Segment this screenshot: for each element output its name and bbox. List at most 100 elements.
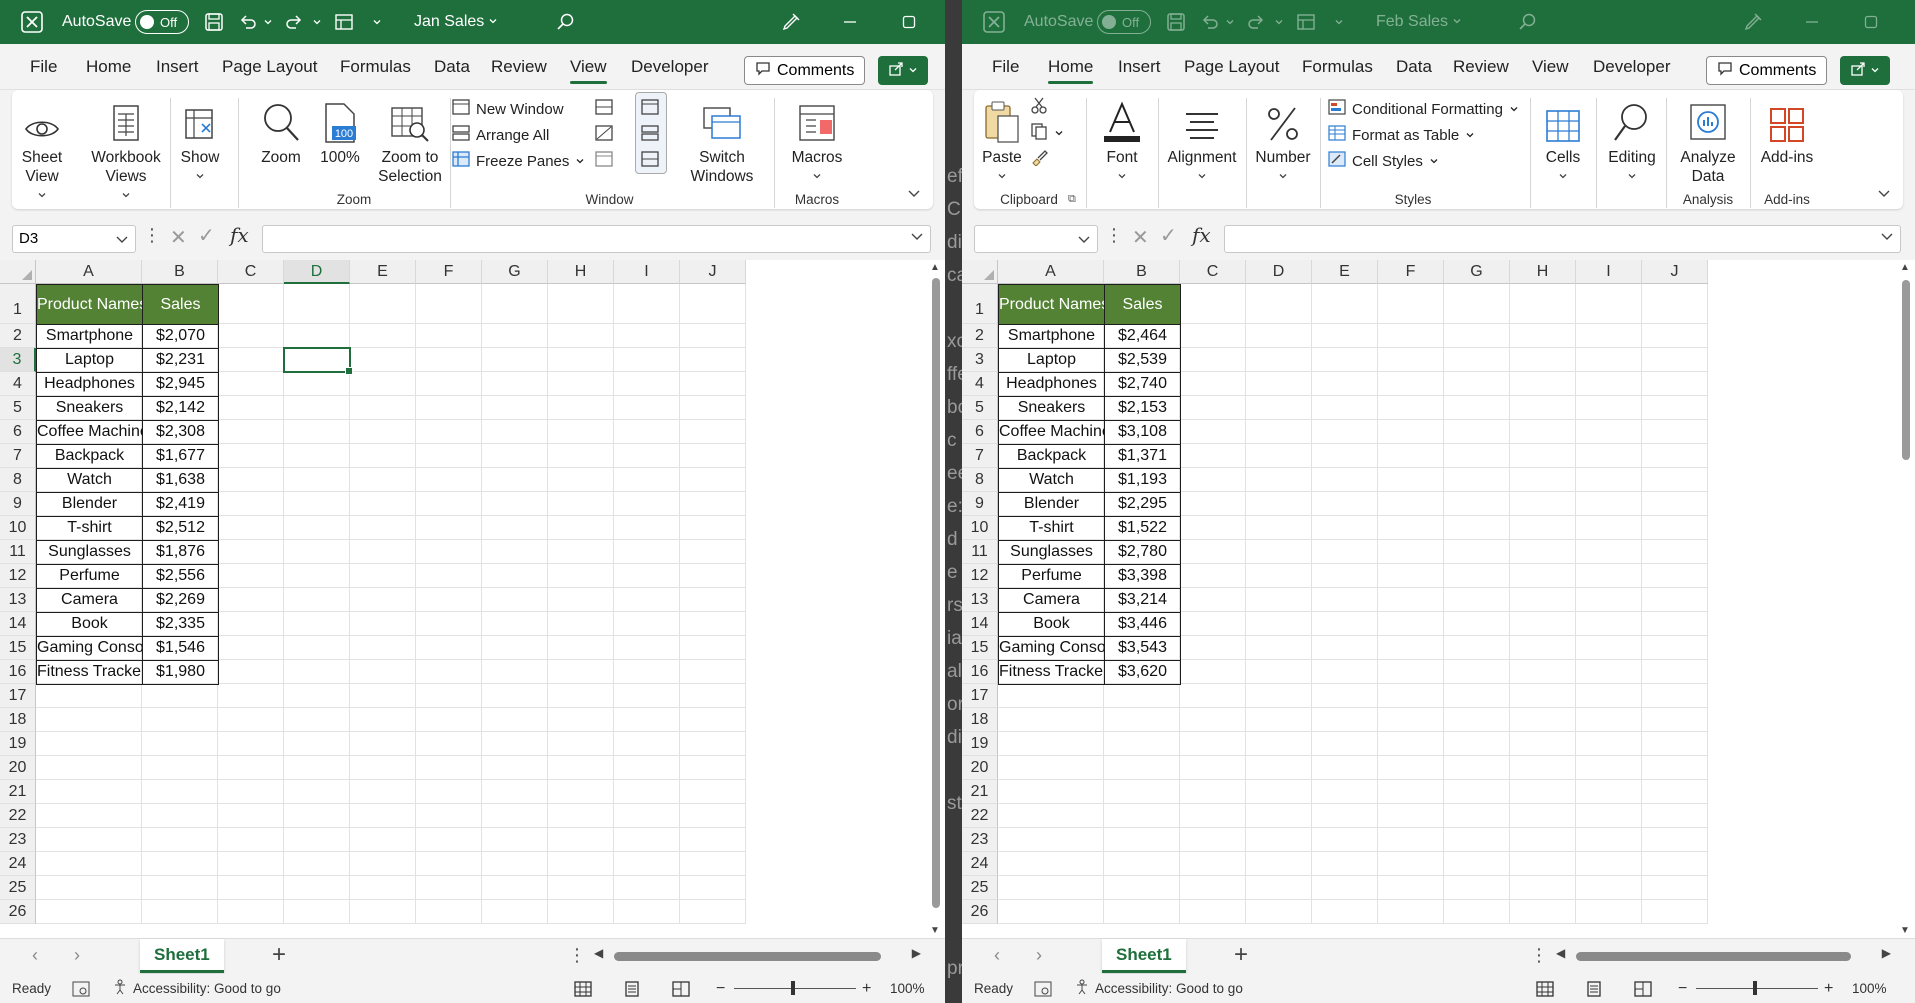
sales-cell[interactable]: $3,214	[1104, 588, 1181, 613]
undo-dropdown-icon[interactable]	[1225, 0, 1235, 44]
pen-icon[interactable]	[780, 0, 802, 44]
comments-button[interactable]: Comments	[744, 56, 866, 85]
column-header-g[interactable]: G	[482, 260, 548, 284]
search-icon[interactable]	[1518, 0, 1538, 44]
product-name-cell[interactable]: Camera	[36, 588, 143, 613]
sales-cell[interactable]: $3,108	[1104, 420, 1181, 445]
product-name-cell[interactable]: Blender	[36, 492, 143, 517]
scroll-down-icon[interactable]: ▼	[930, 925, 940, 936]
save-icon[interactable]	[1166, 0, 1186, 44]
column-header-e[interactable]: E	[350, 260, 416, 284]
product-name-cell[interactable]: Smartphone	[36, 324, 143, 349]
row-header[interactable]: 25	[962, 876, 998, 900]
zoom-slider[interactable]	[1696, 981, 1818, 995]
table-header-cell[interactable]: Product Names	[998, 284, 1105, 325]
product-name-cell[interactable]: Backpack	[36, 444, 143, 469]
page-layout-view-icon[interactable]	[623, 974, 641, 1003]
product-name-cell[interactable]: Headphones	[36, 372, 143, 397]
row-header[interactable]: 16	[962, 660, 998, 684]
maximize-icon[interactable]	[902, 0, 916, 44]
row-header[interactable]: 26	[962, 900, 998, 924]
insert-function-icon[interactable]: fx	[1192, 223, 1211, 247]
horizontal-scrollbar[interactable]: ◀ ▶	[1556, 946, 1891, 963]
row-header[interactable]: 1	[0, 284, 36, 324]
row-header[interactable]: 2	[962, 324, 998, 348]
form-icon[interactable]	[1296, 0, 1316, 44]
product-name-cell[interactable]: Laptop	[36, 348, 143, 373]
zoom-in-icon[interactable]: +	[862, 974, 871, 1003]
product-name-cell[interactable]: Book	[998, 612, 1105, 637]
product-name-cell[interactable]: Sneakers	[998, 396, 1105, 421]
scroll-sheets-right-icon[interactable]: ›	[1036, 945, 1042, 966]
page-break-view-icon[interactable]	[1634, 974, 1652, 1003]
redo-dropdown-icon[interactable]	[312, 0, 322, 44]
sales-cell[interactable]: $1,522	[1104, 516, 1181, 541]
tab-formulas[interactable]: Formulas	[340, 44, 411, 90]
sales-cell[interactable]: $1,371	[1104, 444, 1181, 469]
customize-toolbar-icon[interactable]	[1334, 0, 1344, 44]
worksheet-grid[interactable]: A B C D E F G H I J 1 2 3 4 5 6 7 8 9 10 11 12 13 14 15 16 17 18 19 2…	[962, 260, 1899, 938]
undo-icon[interactable]	[1200, 0, 1220, 44]
row-header[interactable]: 15	[0, 636, 36, 660]
formula-input[interactable]	[1224, 225, 1901, 253]
row-header[interactable]: 11	[962, 540, 998, 564]
tab-home[interactable]: Home	[1048, 44, 1094, 90]
sales-cell[interactable]: $3,543	[1104, 636, 1181, 661]
tab-file[interactable]: File	[992, 44, 1019, 90]
product-name-cell[interactable]: Camera	[998, 588, 1105, 613]
name-box-dropdown-icon[interactable]	[115, 229, 129, 255]
row-header[interactable]: 4	[962, 372, 998, 396]
name-box[interactable]: D3	[12, 225, 136, 253]
scroll-right-icon[interactable]: ▶	[1882, 946, 1891, 960]
tab-developer[interactable]: Developer	[631, 44, 709, 90]
reset-window-position-button[interactable]	[641, 148, 659, 174]
sales-cell[interactable]: $1,876	[142, 540, 219, 565]
macros-button[interactable]: Macros	[782, 90, 852, 179]
zoom-level[interactable]: 100%	[890, 974, 925, 1003]
tab-review[interactable]: Review	[491, 44, 547, 90]
row-header[interactable]: 5	[0, 396, 36, 420]
hide-window-button[interactable]	[595, 122, 613, 148]
enter-icon[interactable]: ✓	[198, 223, 215, 248]
row-header[interactable]: 13	[962, 588, 998, 612]
redo-dropdown-icon[interactable]	[1274, 0, 1284, 44]
row-header[interactable]: 17	[0, 684, 36, 708]
row-header[interactable]: 10	[0, 516, 36, 540]
collapse-ribbon-icon[interactable]	[1877, 186, 1891, 205]
row-header[interactable]: 26	[0, 900, 36, 924]
sales-cell[interactable]: $2,142	[142, 396, 219, 421]
tab-page-layout[interactable]: Page Layout	[222, 44, 317, 90]
minimize-icon[interactable]	[843, 0, 857, 44]
arrange-all-button[interactable]: Arrange All	[452, 122, 549, 148]
zoom-out-icon[interactable]: −	[1678, 974, 1687, 1003]
zoom-slider-thumb[interactable]	[1753, 981, 1757, 995]
sheet-view-button[interactable]: Sheet View	[12, 90, 72, 198]
sales-cell[interactable]: $1,638	[142, 468, 219, 493]
tab-developer[interactable]: Developer	[1593, 44, 1671, 90]
zoom-slider-thumb[interactable]	[791, 981, 795, 995]
scroll-down-icon[interactable]: ▼	[1900, 925, 1910, 936]
row-header[interactable]: 24	[962, 852, 998, 876]
row-header[interactable]: 17	[962, 684, 998, 708]
workbook-title[interactable]: Feb Sales	[1376, 0, 1462, 44]
scroll-sheets-left-icon[interactable]: ‹	[32, 945, 38, 966]
column-header-d[interactable]: D	[1246, 260, 1312, 284]
sales-cell[interactable]: $2,740	[1104, 372, 1181, 397]
sales-cell[interactable]: $3,446	[1104, 612, 1181, 637]
product-name-cell[interactable]: Perfume	[998, 564, 1105, 589]
row-header[interactable]: 19	[0, 732, 36, 756]
undo-icon[interactable]	[238, 0, 258, 44]
unhide-window-button[interactable]	[595, 148, 613, 174]
column-header-d[interactable]: D	[284, 260, 350, 284]
name-box-dropdown-icon[interactable]	[1077, 229, 1091, 255]
expand-formula-bar-icon[interactable]	[1880, 229, 1894, 248]
name-box[interactable]	[974, 225, 1098, 253]
cell-styles-button[interactable]: Cell Styles	[1328, 148, 1439, 174]
enter-icon[interactable]: ✓	[1160, 223, 1177, 248]
horizontal-scrollbar[interactable]: ◀ ▶	[594, 946, 921, 963]
cells-button[interactable]: Cells	[1536, 90, 1590, 179]
product-name-cell[interactable]: Coffee Machine	[36, 420, 143, 445]
add-sheet-icon[interactable]: +	[272, 941, 286, 969]
sales-cell[interactable]: $2,780	[1104, 540, 1181, 565]
product-name-cell[interactable]: T-shirt	[998, 516, 1105, 541]
